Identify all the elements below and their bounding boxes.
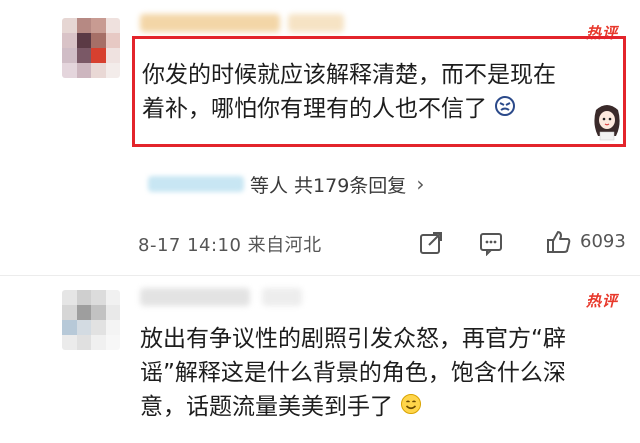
comment-date-location: 8-17 14:10 来自河北	[138, 235, 322, 256]
reply-summary-link[interactable]: 等人 共179条回复 ›	[148, 170, 424, 198]
username-blurred-tail	[262, 288, 302, 306]
reply-summary-text: 等人 共179条回复	[250, 174, 407, 197]
avatar[interactable]	[62, 18, 120, 78]
share-icon[interactable]	[418, 230, 444, 261]
thumbs-up-icon[interactable]	[546, 229, 572, 260]
meme-emoji-icon	[494, 93, 516, 127]
username-blurred[interactable]	[140, 14, 280, 32]
comment-icon[interactable]	[478, 230, 504, 261]
username-blurred-tail	[288, 14, 344, 32]
username-blurred[interactable]	[140, 288, 250, 306]
comment-text: 着补，哪怕你有理有的人也不信了	[142, 96, 487, 122]
comment-text-line: 谣”解释这是什么背景的角色，饱含什么深	[140, 360, 566, 386]
girl-sticker-icon	[590, 102, 624, 146]
divider	[0, 275, 640, 276]
comment-text-line: 放出有争议性的剧照引发众怒，再官方“辟	[140, 326, 566, 352]
comment-text: 意，话题流量美美到手了	[140, 394, 393, 420]
comment-text-line: 你发的时候就应该解释清楚，而不是现在	[142, 62, 556, 88]
replier-names-blurred	[148, 176, 244, 192]
smile-emoji-icon	[400, 391, 422, 425]
comment-text-line: 着补，哪怕你有理有的人也不信了	[142, 92, 516, 127]
hot-comment-badge: 热评	[586, 292, 619, 310]
comment-meta-row: 8-17 14:10 来自河北 6093	[138, 228, 634, 258]
like-count: 6093	[580, 231, 626, 252]
chevron-right-icon: ›	[416, 172, 425, 196]
comment-text-line: 意，话题流量美美到手了	[140, 390, 422, 425]
avatar[interactable]	[62, 290, 120, 350]
